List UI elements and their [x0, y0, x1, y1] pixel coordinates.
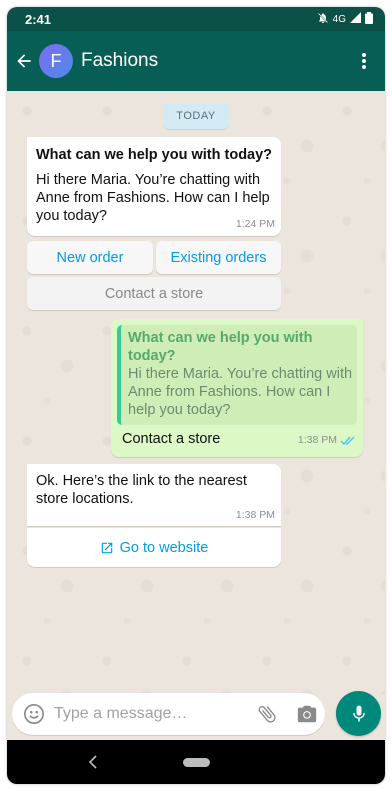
camera-icon	[297, 705, 317, 723]
chat-title[interactable]: Fashions	[81, 50, 158, 72]
signal-icon	[350, 12, 361, 26]
battery-icon	[365, 11, 373, 27]
incoming-message: Ok. Here’s the link to the nearest store…	[27, 464, 281, 526]
back-button[interactable]	[9, 41, 39, 81]
emoji-icon	[24, 704, 44, 724]
paperclip-icon	[258, 706, 276, 723]
outgoing-message: What can we help you with today? Hi ther…	[111, 319, 363, 457]
message-time: 1:24 PM	[235, 218, 275, 230]
avatar[interactable]: F	[39, 44, 73, 78]
nav-back-button[interactable]	[83, 752, 103, 772]
link-label: Go to website	[119, 539, 209, 556]
more-vertical-icon	[362, 53, 366, 69]
microphone-icon	[352, 705, 365, 721]
date-chip: TODAY	[163, 103, 229, 129]
incoming-message: What can we help you with today? Hi ther…	[27, 137, 281, 236]
status-icons: 4G	[317, 11, 373, 27]
message-text: Contact a store	[122, 431, 221, 447]
network-label: 4G	[332, 13, 346, 25]
phone-frame: 2:41 4G F Fashions TODAY What can we hel…	[7, 7, 385, 784]
message-text: Hi there Maria. You’re chatting with Ann…	[36, 172, 270, 224]
emoji-button[interactable]	[16, 693, 52, 735]
message-meta: 1:38 PM	[298, 434, 356, 446]
message-time: 1:38 PM	[297, 434, 337, 446]
quoted-message[interactable]: What can we help you with today? Hi ther…	[117, 325, 357, 425]
message-time: 1:38 PM	[235, 509, 275, 521]
double-check-icon	[340, 436, 355, 445]
voice-record-button[interactable]	[336, 691, 381, 736]
chat-area: TODAY What can we help you with today? H…	[7, 91, 385, 695]
status-bar: 2:41 4G	[7, 7, 385, 31]
camera-button[interactable]	[290, 693, 324, 735]
chat-header: F Fashions	[7, 31, 385, 91]
go-to-website-button[interactable]: Go to website	[27, 527, 281, 567]
attach-button[interactable]	[250, 693, 284, 735]
existing-orders-button[interactable]: Existing orders	[156, 241, 281, 274]
new-order-button[interactable]: New order	[27, 241, 153, 274]
message-text: Ok. Here’s the link to the nearest store…	[36, 473, 247, 507]
more-options-button[interactable]	[349, 41, 379, 81]
message-input[interactable]	[54, 705, 244, 723]
message-title: What can we help you with today?	[36, 147, 273, 163]
arrow-left-icon	[17, 54, 31, 68]
quoted-title: What can we help you with today?	[128, 330, 313, 364]
external-link-icon	[101, 542, 112, 553]
contact-store-button[interactable]: Contact a store	[27, 277, 281, 310]
quoted-text: Hi there Maria. You’re chatting with Ann…	[128, 366, 353, 418]
nav-home-button[interactable]	[183, 758, 210, 767]
composer	[12, 693, 325, 735]
status-time: 2:41	[25, 11, 52, 27]
mute-icon	[317, 12, 329, 27]
chevron-left-icon	[88, 755, 97, 769]
system-nav-bar	[7, 740, 385, 784]
